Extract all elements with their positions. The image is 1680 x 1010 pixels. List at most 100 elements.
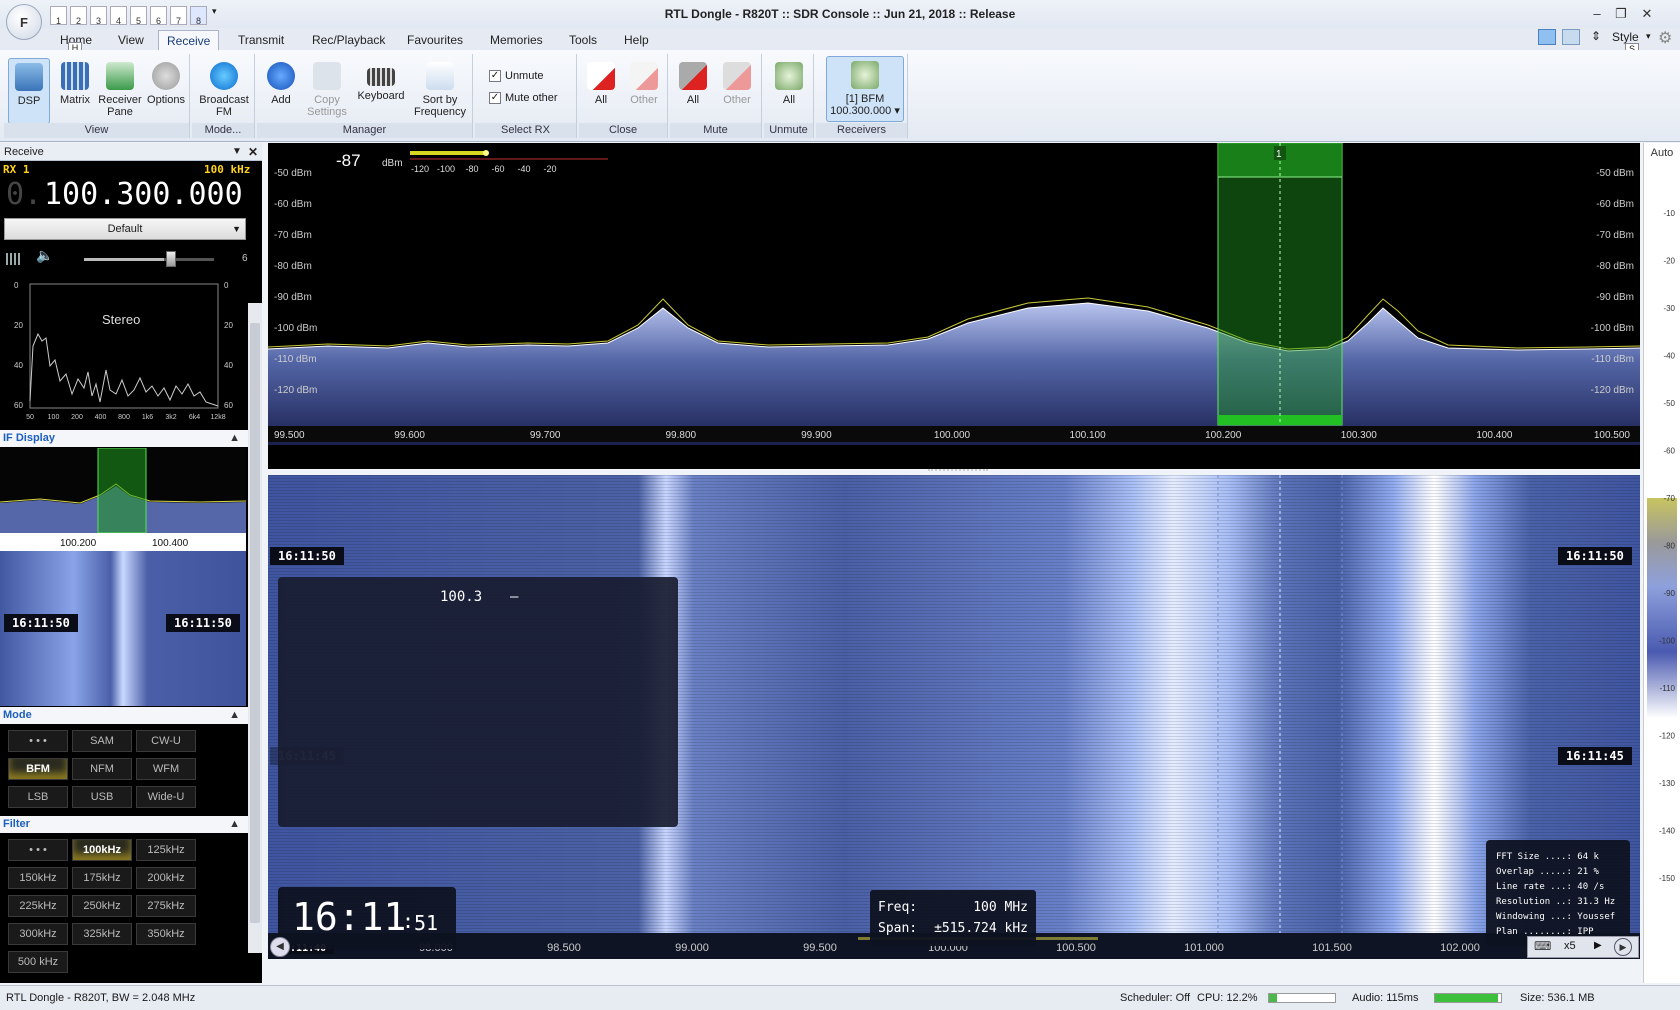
filter-175khz-button[interactable]: 175kHz — [72, 867, 132, 889]
qat-button-7[interactable]: 7 — [170, 6, 187, 26]
zoom-level[interactable]: x5 — [1564, 940, 1576, 952]
left-panel-scrollbar[interactable] — [248, 303, 262, 953]
qat-button-6[interactable]: 6 — [150, 6, 167, 26]
mode-lsb-button[interactable]: LSB — [8, 786, 68, 808]
qat-button-2[interactable]: 2 — [70, 6, 87, 26]
style-menu[interactable]: Style — [1612, 30, 1639, 44]
filter-150khz-button[interactable]: 150kHz — [8, 867, 68, 889]
frequency-display[interactable]: 100.300.000 — [44, 177, 243, 212]
audio-x-tick: 12k8 — [210, 414, 225, 421]
mode-more-button[interactable]: • • • — [8, 730, 68, 752]
filter-header[interactable]: Filter ▲ — [0, 816, 248, 833]
sort-by-frequency-button[interactable]: Sort by Frequency — [411, 58, 469, 118]
group-label-unmute: Unmute — [764, 123, 813, 138]
volume-speaker-icon[interactable]: 🔈 — [36, 247, 53, 264]
options-button[interactable]: Options — [144, 58, 188, 106]
left-panel-scroll-thumb[interactable] — [250, 323, 260, 923]
mode-collapse-icon[interactable]: ▲ — [229, 707, 240, 724]
tab-help[interactable]: Help — [616, 30, 657, 50]
tab-favourites[interactable]: Favourites — [399, 30, 471, 50]
tab-receive[interactable]: Receive — [158, 30, 220, 50]
filter-200khz-button[interactable]: 200kHz — [136, 867, 196, 889]
filter-325khz-button[interactable]: 325kHz — [72, 923, 132, 945]
dsp-button[interactable]: DSP — [8, 58, 50, 124]
panel-close-icon[interactable]: ✕ — [248, 143, 258, 161]
mode-bfm-button[interactable]: BFM — [8, 758, 68, 780]
layout-1-icon[interactable] — [1538, 29, 1556, 45]
volume-slider-thumb[interactable] — [166, 251, 176, 267]
layout-2-icon[interactable] — [1562, 29, 1580, 45]
tab-rec-playback[interactable]: Rec/Playback — [304, 30, 393, 50]
spectrum-plot: 1 -50 dBm -60 dBm -70 dBm -80 dBm -90 dBm -10… — [267, 142, 1641, 445]
minimize-icon[interactable]: – — [1586, 5, 1608, 23]
mute-all-button[interactable]: All — [672, 58, 714, 106]
auto-button[interactable]: Auto — [1644, 143, 1680, 163]
filter-125khz-button[interactable]: 125kHz — [136, 839, 196, 861]
filter-100khz-button[interactable]: 100kHz — [72, 839, 132, 861]
add-button[interactable]: Add — [261, 58, 301, 106]
broadcast-fm-button[interactable]: Broadcast FM — [196, 58, 252, 118]
scroll-right-icon[interactable]: ▶ — [1614, 938, 1632, 956]
qat-button-3[interactable]: 3 — [90, 6, 107, 26]
filter-buttons: • • • 100kHz 125kHz 150kHz 175kHz 200kHz… — [0, 833, 246, 983]
tab-transmit[interactable]: Transmit — [230, 30, 292, 50]
window-title: RTL Dongle - R820T :: SDR Console :: Jun… — [664, 7, 1016, 21]
filter-500khz-button[interactable]: 500 kHz — [8, 951, 68, 973]
mode-sam-button[interactable]: SAM — [72, 730, 132, 752]
filter-collapse-icon[interactable]: ▲ — [229, 816, 240, 833]
group-manager: Add Copy Settings Keyboard Sort by Frequ… — [257, 54, 473, 138]
qat-button-1[interactable]: 1 — [50, 6, 67, 26]
db-label-left: -50 dBm — [274, 168, 312, 179]
keyboard-icon — [367, 68, 395, 86]
qat-button-5[interactable]: 5 — [130, 6, 147, 26]
maximize-icon[interactable]: ❐ — [1610, 5, 1632, 23]
waterfall-display[interactable]: 97.50098.00098.50099.00099.500100.000100… — [268, 475, 1640, 959]
mute-other-checkbox[interactable]: ✓ Mute other — [489, 92, 558, 105]
matrix-button[interactable]: Matrix — [54, 58, 96, 106]
profile-select[interactable]: Default ▼ — [4, 218, 246, 240]
receiver-pane-button[interactable]: Receiver Pane — [96, 58, 144, 118]
unmute-all-button[interactable]: All — [768, 58, 810, 106]
close-other-button[interactable]: Other — [623, 58, 665, 106]
filter-250khz-button[interactable]: 250kHz — [72, 895, 132, 917]
filter-more-button[interactable]: • • • — [8, 839, 68, 861]
audio-bars-icon[interactable] — [6, 253, 22, 265]
tab-memories[interactable]: Memories — [482, 30, 551, 50]
mode-wideu-button[interactable]: Wide-U — [136, 786, 196, 808]
settings-gear-icon[interactable]: ⚙ — [1658, 28, 1672, 48]
if-display-header[interactable]: IF Display ▲ — [0, 430, 248, 447]
scroll-left-icon[interactable]: ◀ — [270, 937, 290, 957]
zoom-keyboard-icon[interactable]: ⌨ — [1534, 939, 1551, 953]
mode-usb-button[interactable]: USB — [72, 786, 132, 808]
tab-tools[interactable]: Tools — [561, 30, 605, 50]
qat-dropdown-icon[interactable]: ▾ — [212, 6, 217, 17]
mode-cwu-button[interactable]: CW-U — [136, 730, 196, 752]
tab-view[interactable]: View — [110, 30, 152, 50]
mute-other-button[interactable]: Other — [716, 58, 758, 106]
if-collapse-icon[interactable]: ▲ — [229, 430, 240, 447]
if-rx-band[interactable] — [97, 447, 147, 534]
style-dropdown-icon[interactable]: ▾ — [1646, 31, 1651, 42]
application-menu-button[interactable]: F — [6, 4, 42, 40]
splitter-grip[interactable] — [928, 469, 988, 473]
mode-wfm-button[interactable]: WFM — [136, 758, 196, 780]
mode-header[interactable]: Mode ▲ — [0, 707, 248, 724]
qat-button-8[interactable]: 8 — [190, 6, 207, 26]
filter-300khz-button[interactable]: 300kHz — [8, 923, 68, 945]
filter-275khz-button[interactable]: 275kHz — [136, 895, 196, 917]
qat-button-4[interactable]: 4 — [110, 6, 127, 26]
sync-icon[interactable]: ⇕ — [1591, 29, 1601, 43]
panel-menu-icon[interactable]: ▼ — [232, 143, 242, 161]
filter-350khz-button[interactable]: 350kHz — [136, 923, 196, 945]
copy-settings-button[interactable]: Copy Settings — [303, 58, 351, 118]
close-icon[interactable]: ✕ — [1636, 5, 1658, 23]
spectrum-display[interactable]: 1 -50 dBm -60 dBm -70 dBm -80 dBm -90 dBm -10… — [267, 142, 1641, 471]
receiver-1-button[interactable]: [1] BFM 100.300.000 ▾ — [826, 56, 904, 122]
close-all-icon — [587, 62, 615, 90]
close-all-button[interactable]: All — [581, 58, 621, 106]
mode-nfm-button[interactable]: NFM — [72, 758, 132, 780]
keyboard-button[interactable]: Keyboard — [353, 58, 409, 102]
unmute-checkbox[interactable]: ✓ Unmute — [489, 70, 544, 83]
filter-225khz-button[interactable]: 225kHz — [8, 895, 68, 917]
zoom-next-icon[interactable]: ▶ — [1594, 940, 1602, 951]
